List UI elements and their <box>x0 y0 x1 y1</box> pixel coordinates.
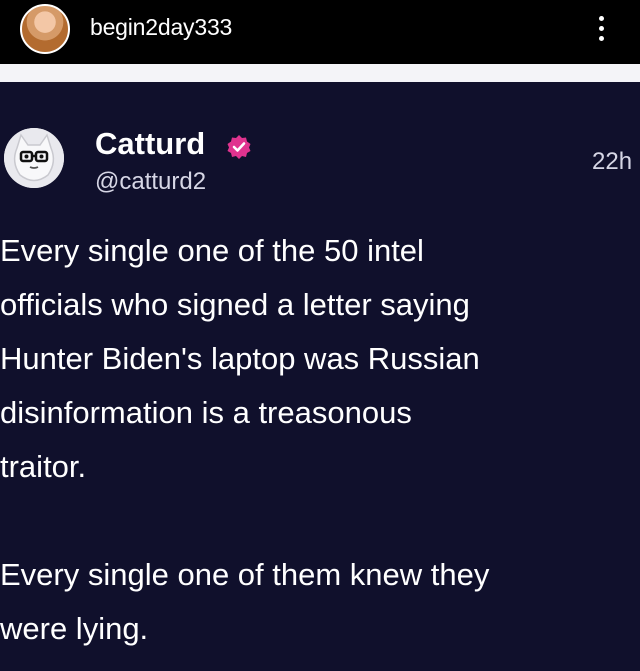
cat-avatar-icon <box>4 128 64 188</box>
author-avatar[interactable] <box>4 128 64 188</box>
tweet-paragraph-2: Every single one of them knew they were … <box>0 557 490 646</box>
tweet-paragraph-1: Every single one of the 50 intel officia… <box>0 233 480 484</box>
tweet-body: Every single one of the 50 intel officia… <box>0 224 636 656</box>
author-name[interactable]: Catturd <box>95 126 205 162</box>
top-bar: begin2day333 <box>0 0 640 64</box>
profile-avatar[interactable] <box>20 4 70 54</box>
more-options-icon[interactable] <box>590 10 612 46</box>
tweet-card: Catturd @catturd2 22h Every single one o… <box>0 82 640 671</box>
author-handle[interactable]: @catturd2 <box>95 168 206 196</box>
profile-username[interactable]: begin2day333 <box>90 14 232 41</box>
verified-badge-icon <box>227 135 251 159</box>
post-timestamp: 22h <box>592 148 633 175</box>
divider <box>0 64 640 82</box>
